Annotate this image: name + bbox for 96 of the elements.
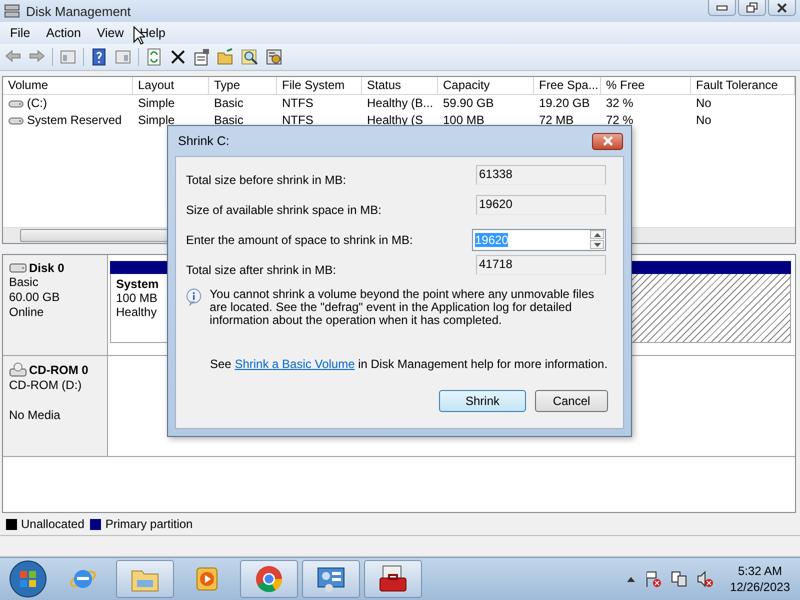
dialog-title: Shrink C:: [178, 134, 230, 148]
window-title: Disk Management: [26, 4, 132, 18]
table-cell: Healthy (S: [367, 112, 424, 129]
folder-icon[interactable]: [217, 48, 235, 66]
start-orb-icon: [8, 559, 48, 599]
taskbar-button[interactable]: [302, 560, 360, 598]
disk-detail: Basic: [9, 275, 40, 290]
minimize-icon: [716, 4, 728, 10]
disk-name: CD-ROM 0: [29, 363, 88, 377]
partition-name: System: [116, 277, 160, 291]
up-arrow-icon: [594, 232, 600, 236]
close-button[interactable]: [592, 132, 623, 150]
info-icon: [186, 288, 202, 306]
panel-icon[interactable]: [114, 48, 132, 66]
disk-detail: 60.00 GB: [9, 290, 61, 305]
disk-detail: No Media: [9, 408, 62, 423]
readonly-field: 61338: [476, 165, 606, 185]
column-header[interactable]: Volume: [3, 77, 133, 94]
help-icon[interactable]: [90, 48, 108, 66]
clock-date: 12/26/2023: [730, 579, 790, 595]
field-label: Size of available shrink space in MB:: [186, 202, 382, 216]
spin-up-button[interactable]: [590, 230, 604, 239]
dialog-button[interactable]: Shrink: [439, 390, 526, 412]
table-cell: Simple: [138, 95, 175, 112]
settings-icon[interactable]: [265, 48, 283, 66]
column-header[interactable]: Capacity: [438, 77, 534, 94]
flag-icon[interactable]: [644, 570, 662, 588]
table-cell: 59.90 GB: [443, 95, 494, 112]
close-icon: [776, 2, 788, 12]
minimize-button[interactable]: [708, 0, 736, 16]
table-cell: No: [696, 95, 712, 112]
table-cell: NTFS: [282, 112, 314, 129]
column-header[interactable]: Status: [362, 77, 438, 94]
info-message: You cannot shrink a volume beyond the point where any unmovable files are located. See the "defrag" event in the Application log for detailed information about the operation when it has completed.: [210, 288, 596, 327]
menu-item[interactable]: Action: [38, 24, 89, 42]
table-cell: Simple: [138, 112, 175, 129]
delete-icon[interactable]: [169, 48, 187, 66]
menu-item[interactable]: File: [2, 24, 38, 42]
column-header[interactable]: File System: [277, 77, 362, 94]
chrome-icon: [253, 563, 285, 595]
table-cell: 100 MB: [443, 112, 484, 129]
clock-time: 5:32 AM: [738, 563, 782, 579]
table-cell: 19.20 GB: [539, 95, 590, 112]
show-hidden-icons-icon[interactable]: [626, 576, 636, 582]
cd-drive-icon: [9, 362, 27, 378]
taskbar-button[interactable]: [364, 560, 422, 598]
column-header[interactable]: Fault Tolerance: [691, 77, 795, 94]
dialog-button[interactable]: Cancel: [535, 390, 608, 412]
partition-detail: 100 MB: [116, 291, 158, 305]
restore-button[interactable]: [738, 0, 766, 16]
menu-item[interactable]: View: [88, 24, 132, 42]
close-button[interactable]: [768, 0, 796, 16]
column-header[interactable]: Free Spa...: [534, 77, 601, 94]
table-cell: 72 MB: [539, 112, 574, 129]
help-link[interactable]: Shrink a Basic Volume: [234, 357, 355, 371]
speaker-muted-icon[interactable]: [696, 570, 714, 588]
readonly-field: 19620: [476, 195, 606, 215]
table-cell: Basic: [214, 112, 244, 129]
drive-icon: [8, 98, 24, 110]
readonly-field: 41718: [476, 255, 606, 275]
field-value: 19620: [475, 232, 508, 246]
column-header[interactable]: Layout: [133, 77, 209, 94]
legend-label: Unallocated: [21, 517, 84, 531]
legend-label: Primary partition: [105, 517, 193, 531]
spin-down-button[interactable]: [590, 240, 604, 249]
table-cell: Basic: [214, 95, 244, 112]
table-cell: System Reserved: [27, 112, 122, 129]
table-cell: No: [696, 112, 712, 129]
disk-detail: CD-ROM (D:): [9, 378, 83, 393]
refresh-icon[interactable]: [145, 48, 163, 66]
network-icon[interactable]: [670, 570, 688, 588]
properties-icon[interactable]: [193, 48, 211, 66]
disk-detail: Online: [9, 305, 45, 320]
disk-name: Disk 0: [29, 261, 64, 275]
table-cell: 32 %: [606, 95, 634, 112]
table-cell: 72 %: [606, 112, 634, 129]
table-cell: NTFS: [282, 95, 314, 112]
field-label: Total size after shrink in MB:: [186, 262, 336, 276]
close-icon: [602, 136, 614, 146]
search-icon[interactable]: [241, 48, 259, 66]
panel-icon[interactable]: [59, 48, 77, 66]
table-cell: (C:): [27, 95, 47, 112]
field-label: Enter the amount of space to shrink in MB:: [186, 232, 413, 246]
taskbar-button[interactable]: [240, 560, 298, 598]
column-header[interactable]: % Free: [601, 77, 691, 94]
drive-icon: [8, 114, 24, 126]
restore-icon: [746, 2, 758, 13]
field-label: Total size before shrink in MB:: [186, 172, 346, 186]
table-cell: Healthy (B...: [367, 95, 434, 112]
clock[interactable]: 5:32 AM 12/26/2023: [730, 563, 790, 595]
partition-detail: Healthy: [116, 305, 158, 319]
down-arrow-icon: [594, 242, 600, 246]
help-sentence: See Shrink a Basic Volume in Disk Management help for more information.: [210, 357, 606, 371]
column-header[interactable]: Type: [209, 77, 277, 94]
menu-item[interactable]: Help: [132, 24, 174, 42]
disk-management-icon: [4, 4, 20, 18]
